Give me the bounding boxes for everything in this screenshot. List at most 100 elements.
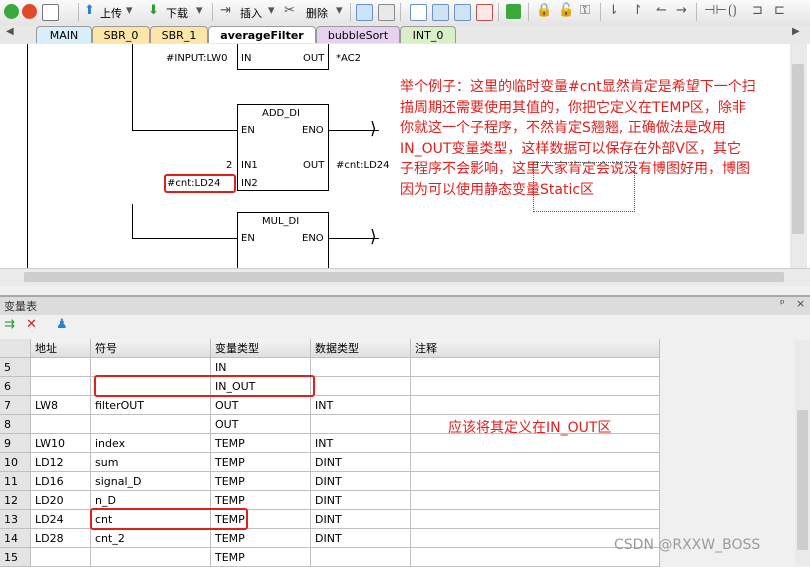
data-type-cell[interactable]: DINT (311, 510, 411, 529)
address-cell[interactable]: LD12 (31, 453, 91, 472)
lock-icon[interactable]: 🔒 (536, 3, 552, 18)
more-icon[interactable]: ⊏ (774, 3, 785, 18)
table-row[interactable]: 14 LD28 cnt_2 TEMP DINT (0, 529, 660, 548)
network-icon[interactable] (356, 4, 373, 21)
symbol-cell[interactable]: index (91, 434, 211, 453)
data-type-cell[interactable] (311, 377, 411, 396)
forward-icon[interactable] (454, 4, 471, 21)
address-cell[interactable] (31, 548, 91, 567)
tab-scroll-left-icon[interactable]: ◀ (6, 26, 14, 37)
comment-cell[interactable] (411, 377, 660, 396)
tab-sbr-0[interactable]: SBR_0 (92, 26, 150, 43)
data-type-cell[interactable]: DINT (311, 529, 411, 548)
comment-cell[interactable] (411, 358, 660, 377)
var-type-cell[interactable]: OUT (211, 396, 311, 415)
address-cell[interactable]: LD16 (31, 472, 91, 491)
address-cell[interactable]: LD24 (31, 510, 91, 529)
line-up-icon[interactable]: ↾ (632, 3, 643, 18)
table-vertical-scrollbar[interactable] (795, 340, 810, 565)
contact-icon[interactable]: ⊣⊢ (704, 3, 727, 18)
stop-icon[interactable] (22, 4, 37, 19)
scroll-thumb[interactable] (24, 272, 784, 282)
key-icon[interactable]: ⚿ (580, 3, 590, 18)
symbol-cell[interactable] (91, 415, 211, 434)
symbol-cell[interactable]: signal_D (91, 472, 211, 491)
address-cell[interactable] (31, 377, 91, 396)
comment-cell[interactable] (411, 491, 660, 510)
comment-cell[interactable] (411, 472, 660, 491)
var-type-cell[interactable]: TEMP (211, 472, 311, 491)
data-type-cell[interactable]: DINT (311, 453, 411, 472)
editor-vertical-scrollbar[interactable] (790, 44, 807, 268)
tab-int-0[interactable]: INT_0 (400, 26, 456, 43)
line-right-icon[interactable]: → (676, 3, 687, 18)
clear-icon[interactable] (476, 4, 493, 21)
upload-dropdown-icon[interactable]: ▾ (126, 3, 133, 18)
coil-icon[interactable]: ⟮⟯ (728, 3, 737, 18)
tab-bubblesort[interactable]: bubbleSort (316, 26, 400, 43)
tab-averagefilter[interactable]: averageFilter (208, 26, 316, 43)
symbol-cell[interactable] (91, 548, 211, 567)
insert-row-icon[interactable]: ⇉ (4, 317, 15, 332)
var-type-cell[interactable]: TEMP (211, 548, 311, 567)
upload-button[interactable]: 上传 (100, 5, 122, 21)
var-type-cell[interactable]: TEMP (211, 434, 311, 453)
editor-horizontal-scrollbar[interactable] (0, 268, 810, 286)
address-cell[interactable]: LW10 (31, 434, 91, 453)
address-cell[interactable] (31, 415, 91, 434)
unlock-icon[interactable]: 🔓 (558, 3, 574, 18)
add-output-operand[interactable]: #cnt:LD24 (336, 160, 390, 171)
delete-row-icon[interactable]: ✕ (26, 317, 37, 332)
top-output-operand[interactable]: *AC2 (336, 53, 361, 64)
close-icon[interactable]: × (796, 297, 805, 310)
go-icon[interactable] (506, 4, 521, 19)
download-dropdown-icon[interactable]: ▾ (196, 3, 203, 18)
symbol-cell[interactable]: sum (91, 453, 211, 472)
table-row[interactable]: 10 LD12 sum TEMP DINT (0, 453, 660, 472)
line-down-icon[interactable]: ⇂ (608, 3, 619, 18)
ladder-editor[interactable]: #INPUT:LW0 IN OUT *AC2 ADD_DI EN ENO ⟩ 2… (0, 44, 810, 274)
data-type-cell[interactable] (311, 548, 411, 567)
pin-icon[interactable]: ᵖ (780, 297, 785, 310)
header-cell-comment[interactable]: 注释 (411, 339, 660, 358)
symbol-cell[interactable]: cnt_2 (91, 529, 211, 548)
scroll-thumb[interactable] (792, 64, 804, 234)
var-type-cell[interactable]: OUT (211, 415, 311, 434)
insert-dropdown-icon[interactable]: ▾ (268, 3, 275, 18)
address-cell[interactable] (31, 358, 91, 377)
var-type-cell[interactable]: TEMP (211, 453, 311, 472)
delete-dropdown-icon[interactable]: ▾ (336, 3, 343, 18)
comment-cell[interactable] (411, 510, 660, 529)
symbol-cell[interactable]: filterOUT (91, 396, 211, 415)
insert-button[interactable]: 插入 (240, 5, 262, 21)
header-cell-data-type[interactable]: 数据类型 (311, 339, 411, 358)
data-type-cell[interactable]: DINT (311, 472, 411, 491)
data-type-cell[interactable] (311, 415, 411, 434)
table-row[interactable]: 7 LW8 filterOUT OUT INT (0, 396, 660, 415)
table-row[interactable]: 11 LD16 signal_D TEMP DINT (0, 472, 660, 491)
run-icon[interactable] (4, 4, 19, 19)
monitor-icon[interactable] (378, 4, 395, 21)
header-cell-symbol[interactable]: 符号 (91, 339, 211, 358)
box-icon[interactable] (410, 4, 427, 21)
tab-sbr-1[interactable]: SBR_1 (150, 26, 208, 43)
data-type-cell[interactable] (311, 358, 411, 377)
data-type-cell[interactable]: DINT (311, 491, 411, 510)
address-cell[interactable]: LW8 (31, 396, 91, 415)
properties-icon[interactable]: ♟ (56, 317, 68, 332)
scroll-thumb[interactable] (797, 410, 808, 550)
data-type-cell[interactable]: INT (311, 434, 411, 453)
compile-icon[interactable] (42, 4, 59, 21)
table-row[interactable]: 15 TEMP (0, 548, 660, 567)
box-instruction-icon[interactable]: ⊐ (752, 3, 763, 18)
address-cell[interactable]: LD20 (31, 491, 91, 510)
var-type-cell[interactable]: TEMP (211, 529, 311, 548)
add-in1-constant[interactable]: 2 (226, 160, 232, 171)
comment-cell[interactable] (411, 396, 660, 415)
comment-cell[interactable] (411, 453, 660, 472)
line-left-icon[interactable]: ↼ (656, 3, 667, 18)
data-type-cell[interactable]: INT (311, 396, 411, 415)
address-cell[interactable]: LD28 (31, 529, 91, 548)
tab-scroll-right-icon[interactable]: ▶ (792, 26, 800, 37)
back-icon[interactable] (432, 4, 449, 21)
